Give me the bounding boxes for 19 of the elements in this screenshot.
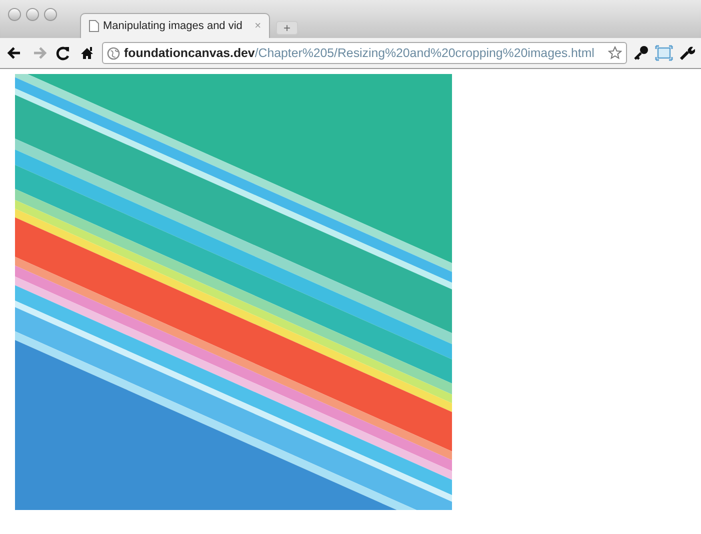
page-icon (89, 20, 99, 32)
forward-icon (31, 45, 47, 61)
browser-tab[interactable]: Manipulating images and vid × (80, 13, 270, 38)
address-field[interactable]: foundationcanvas.dev/Chapter%205/Resizing%20and%20cropping%20images.html (102, 42, 627, 64)
star-icon[interactable] (608, 46, 622, 60)
home-icon (79, 45, 95, 61)
tab-title: Manipulating images and vid (103, 20, 244, 32)
new-tab-button[interactable]: + (276, 21, 298, 35)
url-text: foundationcanvas.dev/Chapter%205/Resizing%20and%20cropping%20images.html (124, 46, 596, 60)
settings-icon[interactable] (679, 45, 695, 61)
globe-icon (107, 46, 120, 60)
back-icon (7, 45, 23, 61)
reload-icon (55, 45, 71, 61)
minimize-window-icon[interactable] (26, 8, 39, 21)
zoom-window-icon[interactable] (44, 8, 57, 21)
close-window-icon[interactable] (8, 8, 21, 21)
frame-icon[interactable] (655, 45, 673, 61)
reload-button[interactable] (54, 44, 72, 62)
key-icon[interactable] (633, 45, 649, 61)
